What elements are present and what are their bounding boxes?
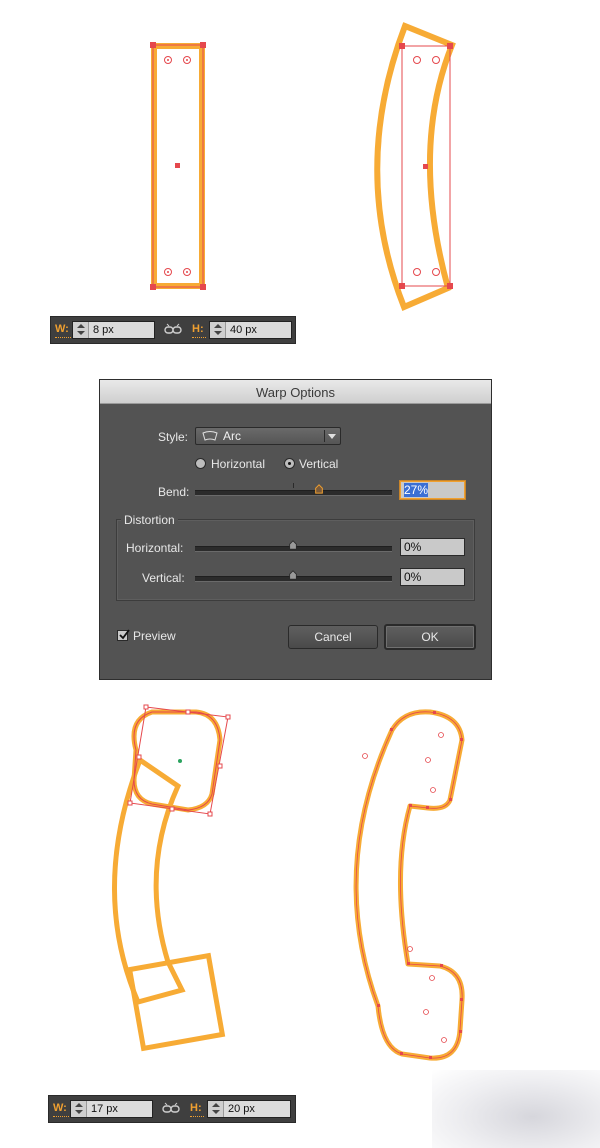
dimension-bar-top: W: 8 px H: 40 px [50,316,296,344]
watermark-blur [432,1070,600,1148]
width-label: W: [53,1102,69,1117]
ok-button[interactable]: OK [384,624,476,650]
height-value: 40 px [230,324,257,336]
height-label: H: [192,323,206,338]
radio-horizontal-label[interactable]: Horizontal [211,457,265,471]
stepper-down-icon [214,331,222,335]
preview-label[interactable]: Preview [133,629,176,643]
width-field[interactable]: 8 px [72,321,155,339]
height-field[interactable]: 40 px [209,321,292,339]
handle-bottom-left [150,284,156,290]
arc-shape [374,22,456,311]
style-dropdown[interactable]: Arc [195,427,341,445]
width-stepper[interactable] [73,322,89,338]
radio-horizontal[interactable] [195,458,206,469]
width-stepper[interactable] [71,1101,87,1117]
dialog-title: Warp Options [256,385,335,400]
width-label: W: [55,323,71,338]
warp-options-dialog: Warp Options Style: Arc Horizontal Verti… [99,379,492,680]
checkmark-icon [119,629,130,640]
stepper-up-icon [77,324,85,328]
bend-value-field[interactable]: 27% [400,481,465,499]
style-label: Style: [158,430,189,444]
stepper-up-icon [212,1103,220,1107]
chevron-down-icon [328,434,336,439]
dimension-bar-bottom: W: 17 px H: 20 px [48,1095,296,1123]
warped-arc-rectangle-artwork[interactable] [360,20,480,320]
arc-warp-icon [202,431,218,441]
cancel-button[interactable]: Cancel [288,625,378,649]
radio-vertical-label[interactable]: Vertical [299,457,338,471]
preview-checkbox[interactable] [117,629,130,641]
width-value: 17 px [91,1103,118,1115]
handset-outline [353,709,465,1061]
handset-final-artwork[interactable] [340,700,480,1070]
distortion-horizontal-slider-thumb[interactable] [288,540,298,550]
distortion-horizontal-label: Horizontal: [126,541,184,555]
stepper-down-icon [77,331,85,335]
height-stepper[interactable] [210,322,226,338]
distortion-group-title: Distortion [121,513,178,527]
distortion-vertical-slider-thumb[interactable] [288,570,298,580]
handle-top-right [200,42,206,48]
distortion-group [116,519,475,601]
bend-slider-thumb[interactable] [314,484,324,494]
dropdown-divider [324,430,325,442]
width-value: 8 px [93,324,114,336]
bend-center-tick [293,483,294,488]
bend-value: 27% [404,483,429,497]
radio-vertical[interactable] [284,458,295,469]
bend-label: Bend: [158,485,190,499]
style-value: Arc [223,429,241,443]
height-stepper[interactable] [208,1101,224,1117]
dialog-titlebar[interactable]: Warp Options [100,380,491,404]
height-field[interactable]: 20 px [207,1100,291,1118]
chain-link-icon[interactable] [164,323,182,337]
height-label: H: [190,1102,204,1117]
top-rounded-square-selection [133,711,221,811]
width-field[interactable]: 17 px [70,1100,153,1118]
stepper-down-icon [212,1110,220,1114]
distortion-vertical-value-field[interactable]: 0% [400,568,465,586]
distortion-horizontal-value: 0% [404,540,422,554]
handle-bottom-right [200,284,206,290]
ok-button-label: OK [421,630,439,644]
top-rounded-square [131,709,223,813]
handset-construction-artwork[interactable] [100,700,250,1070]
cancel-button-label: Cancel [314,630,352,644]
distortion-horizontal-value-field[interactable]: 0% [400,538,465,556]
handset-path-selection [355,711,463,1059]
straight-rectangle-artwork[interactable] [140,36,220,296]
stepper-down-icon [75,1110,83,1114]
rotation-center [178,759,182,763]
handle-top-left [150,42,156,48]
height-value: 20 px [228,1103,255,1115]
distortion-vertical-value: 0% [404,570,422,584]
stepper-up-icon [214,324,222,328]
chain-link-icon[interactable] [162,1102,180,1116]
stepper-up-icon [75,1103,83,1107]
bend-slider-track[interactable] [195,490,392,496]
distortion-vertical-label: Vertical: [142,571,185,585]
center-point [175,163,180,168]
